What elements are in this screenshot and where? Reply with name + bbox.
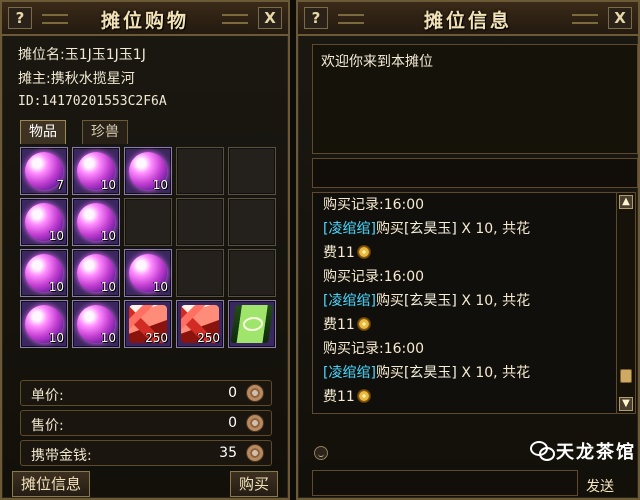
stall-shopping-panel: ? 摊位购物 X 摊位名:玉1J玉1J玉1J 摊主:携秋水揽星河 ID:1417… — [0, 0, 290, 500]
item-slot[interactable]: 10 — [72, 300, 120, 348]
item-slot[interactable]: 7 — [20, 147, 68, 195]
coin-icon — [246, 444, 264, 462]
item-quantity: 10 — [48, 331, 64, 345]
item-quantity: 10 — [48, 280, 64, 294]
item-quantity: 250 — [145, 331, 168, 345]
scroll-up-button[interactable]: ▲ — [619, 195, 633, 209]
log-line: 费11 — [323, 313, 615, 337]
coin-icon — [246, 414, 264, 432]
log-line: 购买记录:16:00 — [323, 341, 425, 357]
stall-id: ID:14170201553C2F6A — [18, 94, 167, 109]
right-close-button[interactable]: X — [608, 7, 632, 29]
log-line: [凌绾绾]购买[玄昊玉] X 10, 共花 — [323, 365, 531, 381]
green-scroll-icon — [230, 305, 274, 343]
item-link[interactable]: [玄昊玉] — [404, 293, 457, 309]
stall-info-panel: ? 摊位信息 X 欢迎你来到本摊位 购买记录:16:00 [凌绾绾]购买[玄昊玉]… — [296, 0, 640, 500]
item-slot[interactable]: 250 — [124, 300, 172, 348]
sale-price-value: 0 — [228, 415, 237, 431]
item-quantity: 10 — [152, 178, 168, 192]
log-line: [凌绾绾]购买[玄昊玉] X 10, 共花 — [323, 221, 531, 237]
stall-owner: 摊主:携秋水揽星河 — [18, 71, 135, 87]
carried-money-value: 35 — [219, 445, 237, 461]
right-ornament-right — [572, 14, 598, 24]
player-name-link[interactable]: [凌绾绾] — [323, 365, 376, 381]
item-slot[interactable]: 10 — [20, 300, 68, 348]
item-slot[interactable]: 250 — [176, 300, 224, 348]
item-slot[interactable] — [176, 249, 224, 297]
player-name-link[interactable]: [凌绾绾] — [323, 221, 376, 237]
stall-info-button[interactable]: 摊位信息 — [12, 471, 91, 497]
item-slot[interactable] — [228, 147, 276, 195]
unit-price-row: 单价: 0 — [20, 380, 272, 406]
carried-money-row: 携带金钱: 35 — [20, 440, 272, 466]
gold-coin-icon — [356, 317, 371, 331]
item-slot[interactable]: 10 — [20, 198, 68, 246]
item-slot[interactable] — [228, 249, 276, 297]
item-slot[interactable] — [176, 198, 224, 246]
scroll-down-button[interactable]: ▼ — [619, 397, 633, 411]
item-slot[interactable] — [228, 198, 276, 246]
item-quantity: 250 — [197, 331, 220, 345]
log-line: [凌绾绾]购买[玄昊玉] X 10, 共花 — [323, 293, 531, 309]
item-quantity: 10 — [152, 280, 168, 294]
tab-pets[interactable]: 珍兽 — [82, 120, 128, 144]
welcome-message-box: 欢迎你来到本摊位 — [312, 44, 638, 154]
unit-price-value: 0 — [228, 385, 237, 401]
item-quantity: 10 — [100, 280, 116, 294]
purchase-log[interactable]: 购买记录:16:00 [凌绾绾]购买[玄昊玉] X 10, 共花 费11 购买记录:1… — [312, 192, 618, 414]
right-title-bar: ? 摊位信息 X — [298, 2, 638, 36]
log-line: 费11 — [323, 385, 615, 409]
wechat-icon — [530, 440, 555, 461]
item-slot[interactable]: 10 — [124, 249, 172, 297]
scroll-thumb[interactable] — [620, 369, 632, 383]
buy-button[interactable]: 购买 — [229, 471, 278, 497]
item-quantity: 10 — [100, 229, 116, 243]
chat-input[interactable] — [312, 470, 578, 496]
tab-items[interactable]: 物品 — [20, 120, 66, 144]
smiley-icon[interactable] — [314, 446, 328, 460]
sale-price-row: 售价: 0 — [20, 410, 272, 436]
coin-icon — [246, 384, 264, 402]
item-quantity: 10 — [100, 178, 116, 192]
watermark: 天龙茶馆 — [556, 442, 636, 463]
log-line: 费11 — [323, 241, 615, 265]
item-slot[interactable] — [176, 147, 224, 195]
carried-money-label: 携带金钱: — [31, 448, 92, 464]
item-link[interactable]: [玄昊玉] — [404, 221, 457, 237]
item-link[interactable]: [玄昊玉] — [404, 365, 457, 381]
log-line: 购买记录:16:00 — [323, 269, 425, 285]
stall-name: 摊位名:玉1J玉1J玉1J — [18, 47, 146, 63]
left-ornament-right — [222, 14, 248, 24]
item-slot[interactable] — [228, 300, 276, 348]
gold-coin-icon — [356, 389, 371, 403]
item-grid: 7 10 10 10 10 10 10 10 10 10 250 250 — [20, 147, 278, 349]
left-close-button[interactable]: X — [258, 7, 282, 29]
left-title-bar: ? 摊位购物 X — [2, 2, 288, 36]
item-slot[interactable]: 10 — [72, 147, 120, 195]
unit-price-label: 单价: — [31, 388, 64, 404]
item-quantity: 7 — [56, 178, 64, 192]
item-slot[interactable]: 10 — [20, 249, 68, 297]
gold-coin-icon — [356, 245, 371, 259]
log-line: 购买记录:16:00 — [323, 197, 425, 213]
item-slot[interactable] — [124, 198, 172, 246]
player-name-link[interactable]: [凌绾绾] — [323, 293, 376, 309]
sale-price-label: 售价: — [31, 418, 64, 434]
welcome-message: 欢迎你来到本摊位 — [321, 54, 433, 70]
send-button[interactable]: 发送 — [586, 476, 614, 496]
item-quantity: 10 — [48, 229, 64, 243]
item-slot[interactable]: 10 — [124, 147, 172, 195]
item-slot[interactable]: 10 — [72, 198, 120, 246]
purchase-log-content: 购买记录:16:00 [凌绾绾]购买[玄昊玉] X 10, 共花 费11 购买记录:1… — [323, 193, 615, 409]
log-scrollbar[interactable]: ▲ ▼ — [616, 192, 636, 414]
message-edit-area[interactable] — [312, 158, 638, 188]
item-quantity: 10 — [100, 331, 116, 345]
item-slot[interactable]: 10 — [72, 249, 120, 297]
